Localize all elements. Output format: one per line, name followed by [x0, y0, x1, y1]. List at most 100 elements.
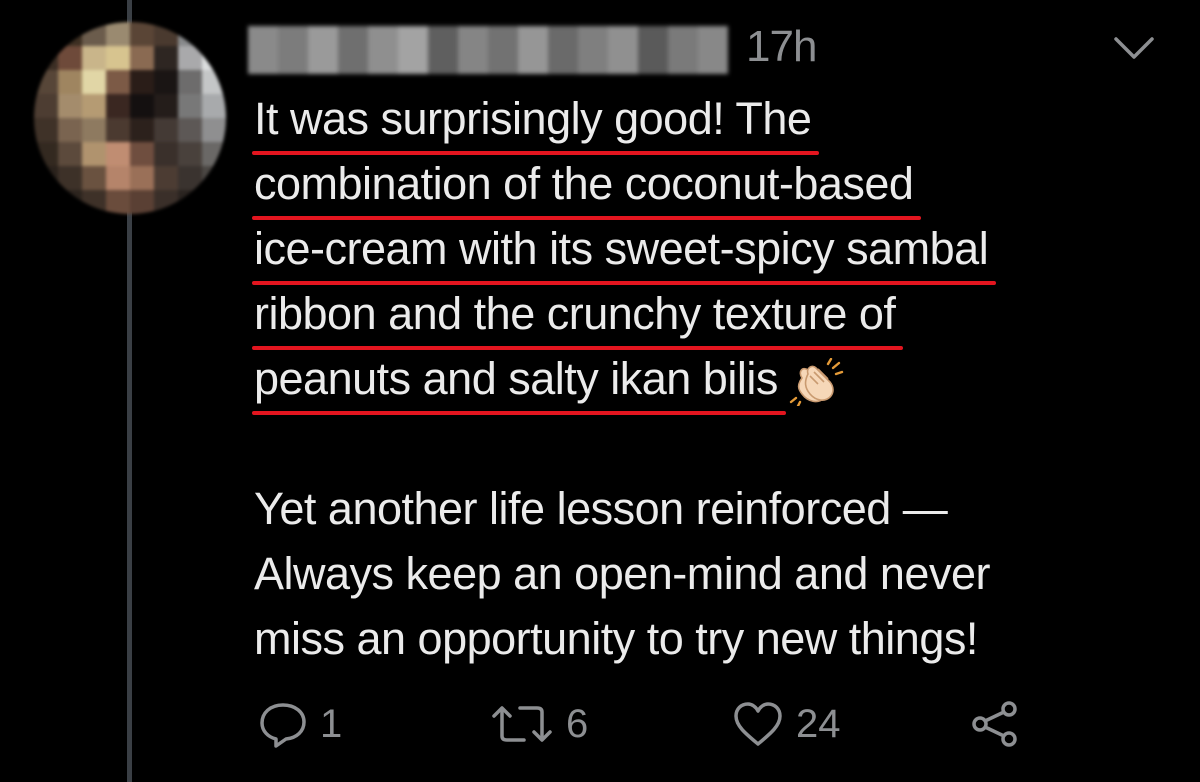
tweet-actions: 1 6 24 [258, 700, 1058, 760]
avatar-pixel [130, 94, 154, 118]
tweet-line: Yet another life lesson reinforced — [254, 483, 948, 534]
avatar-pixel [130, 142, 154, 166]
avatar-pixel [106, 70, 130, 94]
avatar-pixel [34, 70, 58, 94]
avatar-pixel [202, 142, 226, 166]
avatar-pixel [202, 190, 226, 214]
avatar-pixel [202, 22, 226, 46]
username-redacted[interactable] [248, 26, 728, 74]
reply-icon [260, 703, 306, 748]
username-pixel [548, 26, 578, 74]
username-pixel [698, 26, 728, 74]
avatar-pixel [106, 142, 130, 166]
username-pixel [608, 26, 638, 74]
avatar-pixel [202, 166, 226, 190]
avatar-pixel [34, 118, 58, 142]
avatar-pixel [34, 22, 58, 46]
avatar-pixel [202, 70, 226, 94]
avatar-pixel [130, 22, 154, 46]
avatar-pixel [58, 22, 82, 46]
avatar-pixel [58, 118, 82, 142]
avatar-pixel [106, 46, 130, 70]
username-pixel [578, 26, 608, 74]
username-pixel [398, 26, 428, 74]
avatar-pixel [82, 94, 106, 118]
chevron-down-icon[interactable] [1113, 33, 1155, 63]
avatar-pixel [130, 46, 154, 70]
avatar-pixel [106, 190, 130, 214]
avatar-pixel [58, 94, 82, 118]
avatar[interactable] [34, 22, 226, 214]
tweet-line: Always keep an open-mind and never [254, 548, 990, 599]
avatar-pixel [58, 142, 82, 166]
avatar-pixel [130, 190, 154, 214]
avatar-pixel [154, 46, 178, 70]
username-pixel [428, 26, 458, 74]
avatar-pixel [154, 166, 178, 190]
like-count: 24 [796, 701, 841, 746]
avatar-pixel [58, 70, 82, 94]
share-icon [972, 701, 1017, 747]
avatar-pixel [178, 118, 202, 142]
avatar-pixel [202, 94, 226, 118]
avatar-pixel [178, 94, 202, 118]
avatar-pixel [34, 142, 58, 166]
avatar-pixel [82, 190, 106, 214]
like-icon [734, 702, 782, 746]
avatar-pixel [82, 118, 106, 142]
avatar-pixel [82, 46, 106, 70]
avatar-pixel [106, 166, 130, 190]
tweet-body: It was surprisingly good! The combinatio… [251, 86, 1154, 671]
retweet-icon [492, 706, 552, 742]
avatar-pixel [82, 22, 106, 46]
avatar-pixel [34, 94, 58, 118]
avatar-pixel [82, 166, 106, 190]
avatar-pixel [202, 118, 226, 142]
avatar-pixel [154, 118, 178, 142]
username-pixel [518, 26, 548, 74]
share-button[interactable] [970, 700, 1020, 748]
username-pixel [308, 26, 338, 74]
avatar-pixel [130, 166, 154, 190]
avatar-pixel [178, 22, 202, 46]
highlighted-line: It was surprisingly good! The [251, 86, 820, 155]
reply-count: 1 [320, 701, 343, 746]
avatar-pixel [178, 70, 202, 94]
avatar-pixel [178, 142, 202, 166]
reply-button[interactable]: 1 [258, 700, 342, 748]
avatar-pixel [58, 46, 82, 70]
avatar-pixel [106, 22, 130, 46]
avatar-pixel [130, 118, 154, 142]
highlighted-line: ribbon and the crunchy texture of [251, 281, 904, 350]
avatar-pixel [82, 142, 106, 166]
clapping-hands-icon [789, 358, 844, 407]
tweet-timestamp[interactable]: 17h [746, 22, 817, 72]
username-pixel [458, 26, 488, 74]
avatar-pixel [34, 166, 58, 190]
tweet-line: miss an opportunity to try new things! [254, 613, 978, 664]
username-pixel [638, 26, 668, 74]
username-pixel [338, 26, 368, 74]
username-pixel [368, 26, 398, 74]
avatar-pixel [178, 46, 202, 70]
avatar-pixel [154, 70, 178, 94]
avatar-pixel [154, 22, 178, 46]
avatar-pixel [130, 70, 154, 94]
username-pixel [488, 26, 518, 74]
highlighted-line: combination of the coconut-based [251, 151, 922, 220]
username-pixel [278, 26, 308, 74]
avatar-pixel [202, 46, 226, 70]
avatar-pixel [154, 142, 178, 166]
highlighted-line: peanuts and salty ikan bilis [252, 346, 786, 415]
retweet-count: 6 [566, 701, 589, 746]
avatar-pixel [58, 166, 82, 190]
avatar-pixel [58, 190, 82, 214]
avatar-pixel [106, 94, 130, 118]
avatar-pixel [34, 46, 58, 70]
avatar-pixel [154, 94, 178, 118]
avatar-pixel [34, 190, 58, 214]
username-pixel [668, 26, 698, 74]
highlighted-line: ice-cream with its sweet-spicy sambal [251, 216, 997, 285]
like-button[interactable]: 24 [732, 700, 841, 748]
retweet-button[interactable]: 6 [490, 700, 588, 748]
